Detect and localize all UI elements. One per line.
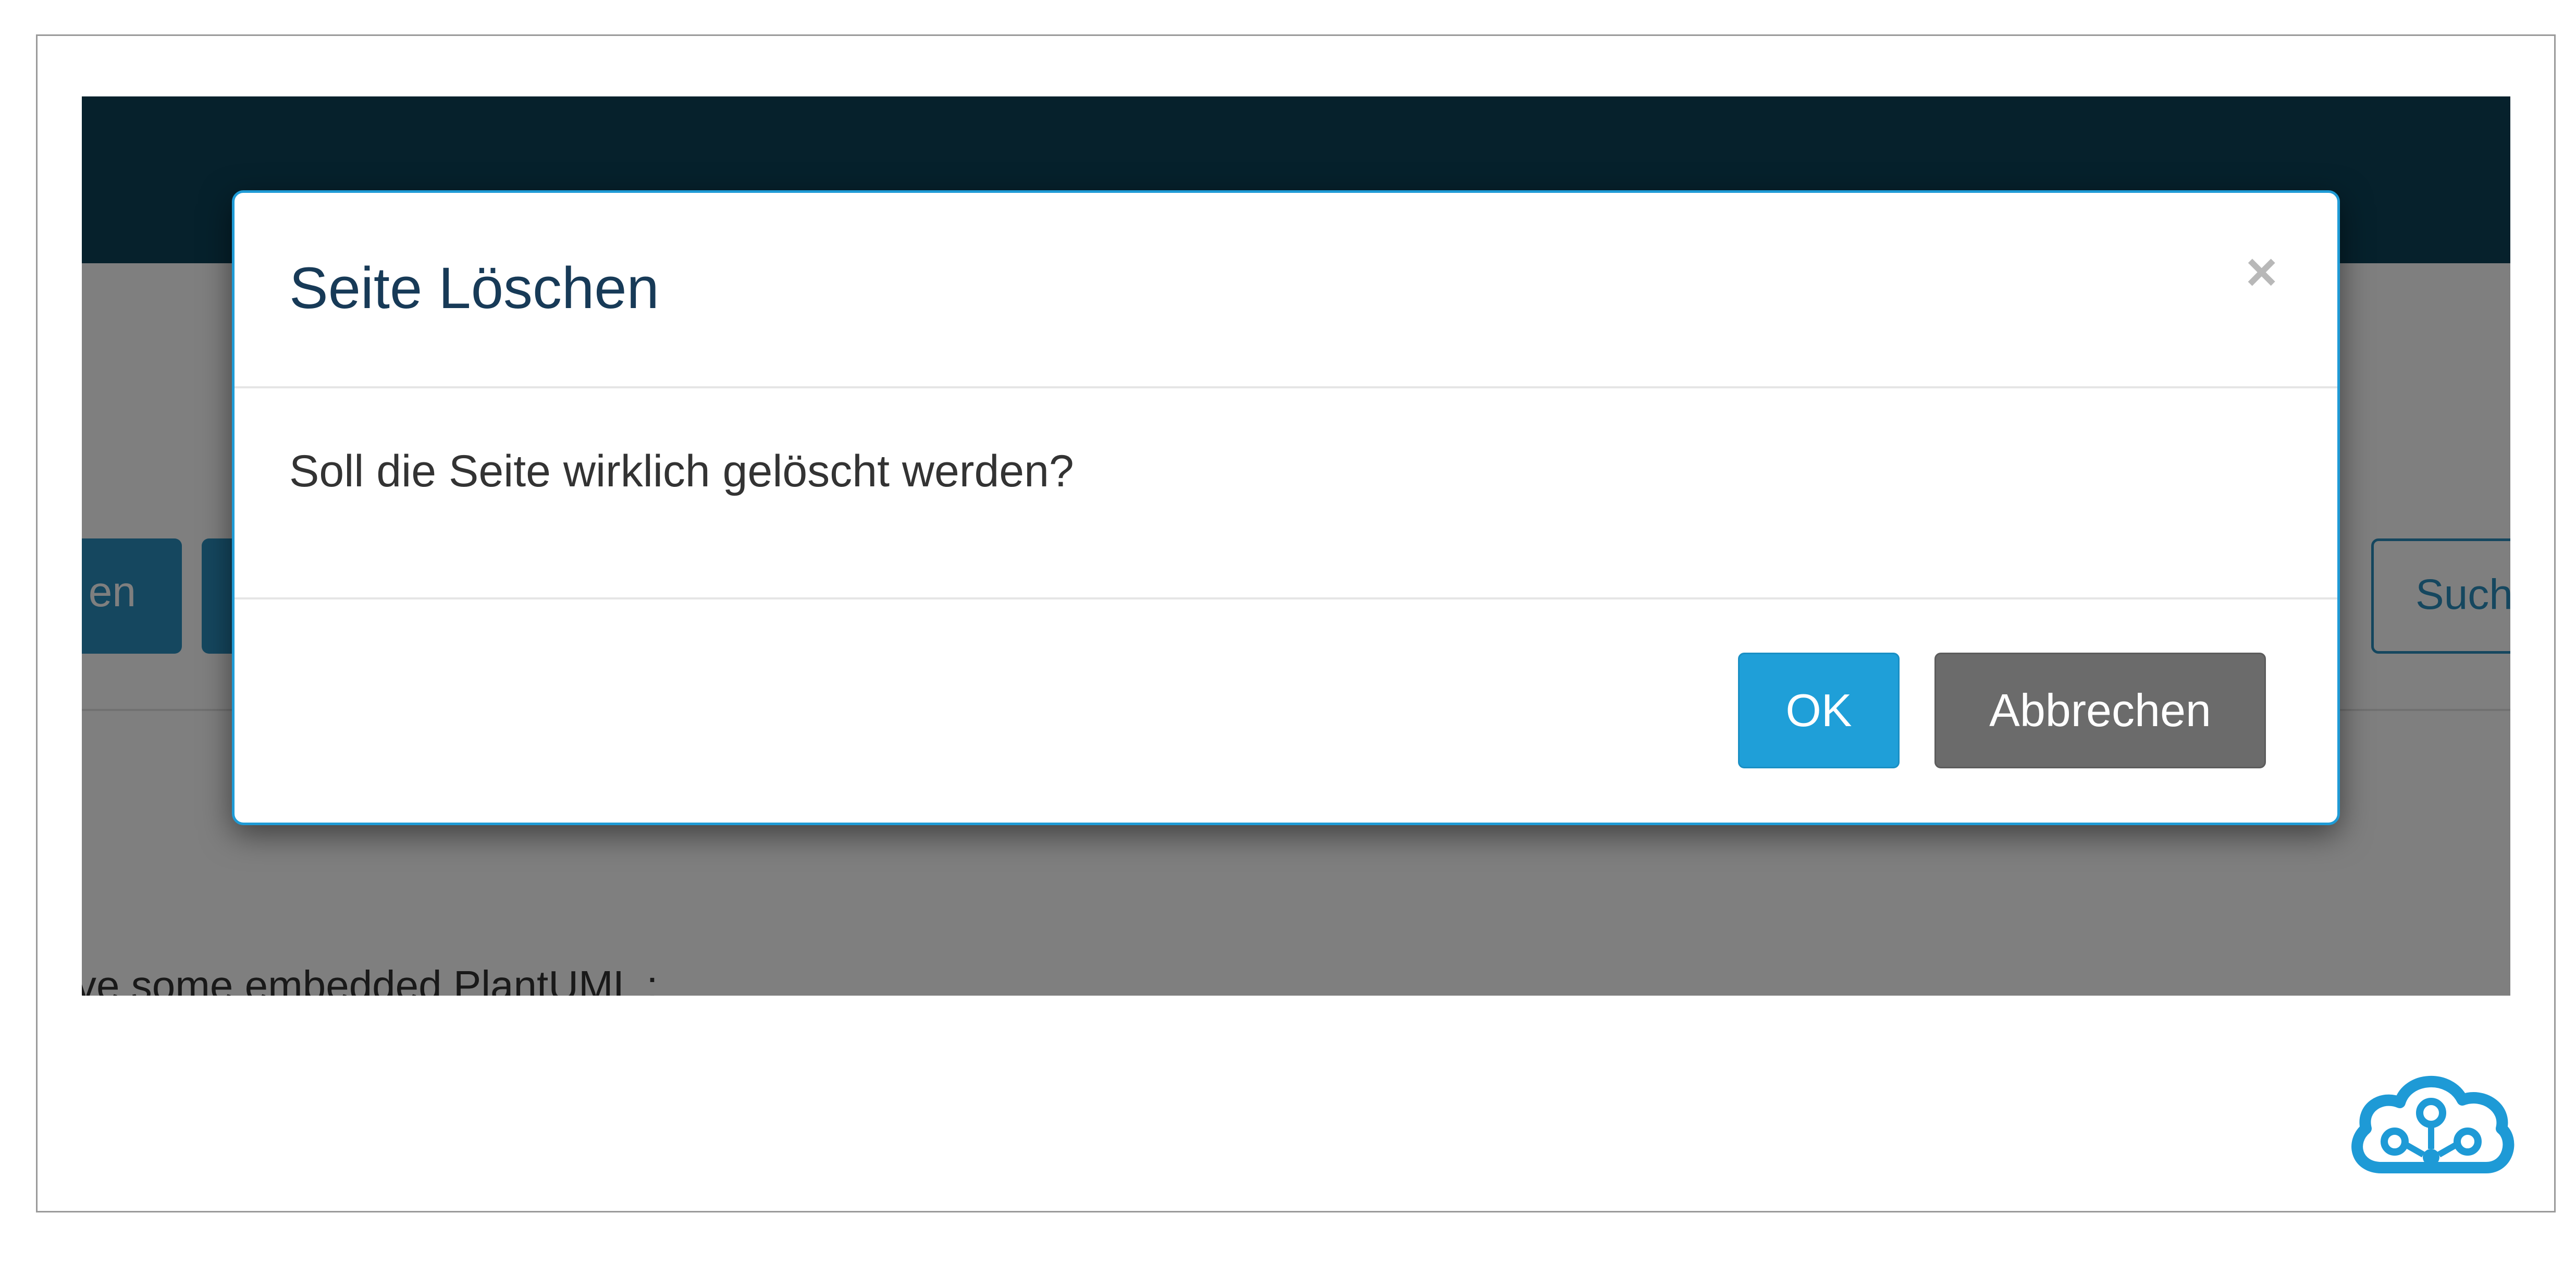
- dialog-message: Soll die Seite wirklich gelöscht werden?: [289, 446, 1074, 496]
- dialog-body: Soll die Seite wirklich gelöscht werden?: [235, 388, 2337, 599]
- delete-page-dialog: Seite Löschen × Soll die Seite wirklich …: [232, 190, 2340, 825]
- dialog-header: Seite Löschen ×: [235, 193, 2337, 388]
- dialog-footer: OK Abbrechen: [235, 599, 2337, 823]
- close-icon[interactable]: ×: [2246, 245, 2277, 299]
- cancel-button[interactable]: Abbrechen: [1934, 653, 2266, 768]
- cloud-network-icon: [2351, 1076, 2515, 1173]
- ok-button[interactable]: OK: [1738, 653, 1900, 768]
- app-screen: en Such ve some embedded PlantUML : Seit…: [82, 96, 2510, 996]
- dialog-title: Seite Löschen: [289, 255, 659, 321]
